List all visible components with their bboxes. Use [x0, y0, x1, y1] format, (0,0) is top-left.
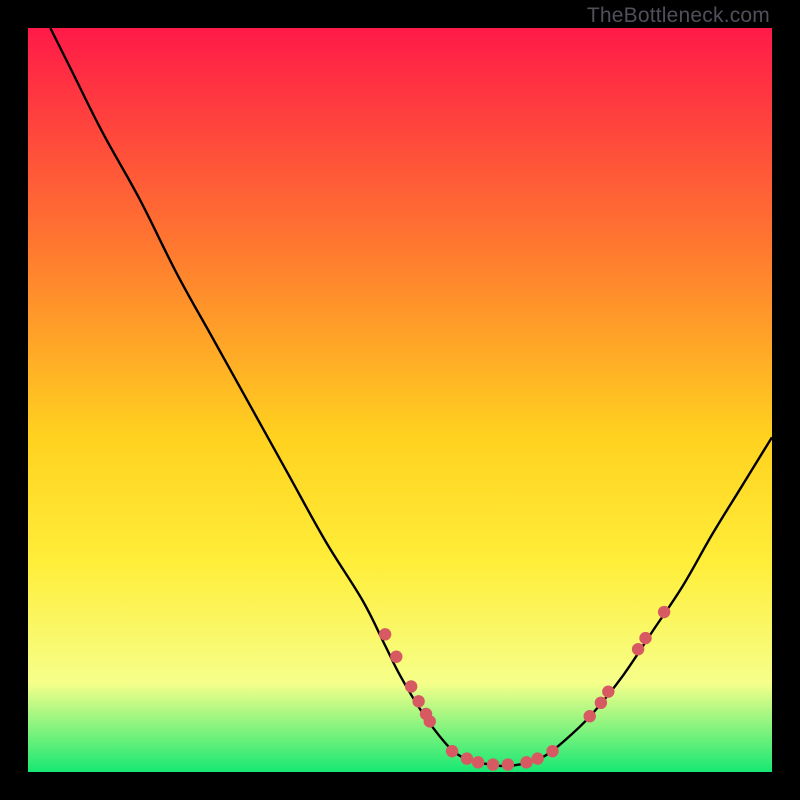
marker-point [520, 756, 532, 768]
chart-frame [28, 28, 772, 772]
bottleneck-chart [28, 28, 772, 772]
marker-point [461, 752, 473, 764]
marker-point [658, 606, 670, 618]
marker-point [602, 685, 614, 697]
watermark-text: TheBottleneck.com [587, 4, 770, 28]
marker-point [405, 680, 417, 692]
marker-point [531, 752, 543, 764]
marker-point [502, 758, 514, 770]
marker-point [379, 628, 391, 640]
marker-point [487, 758, 499, 770]
marker-point [424, 715, 436, 727]
marker-point [546, 745, 558, 757]
marker-point [472, 756, 484, 768]
marker-point [632, 643, 644, 655]
marker-point [584, 710, 596, 722]
marker-point [446, 745, 458, 757]
marker-point [390, 650, 402, 662]
marker-point [412, 695, 424, 707]
marker-point [639, 632, 651, 644]
marker-point [595, 697, 607, 709]
